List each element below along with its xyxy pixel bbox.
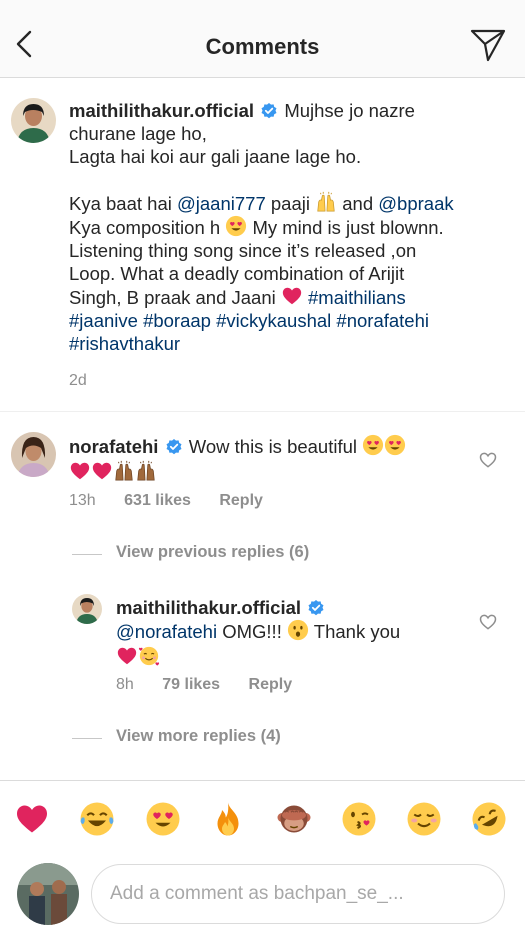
joy-icon[interactable]	[79, 801, 115, 837]
red-heart-icon	[69, 460, 91, 482]
comment-text: OMG!!!	[217, 621, 287, 642]
hashtag-link[interactable]: #rishavthakur	[69, 333, 180, 354]
caption-text: My mind is just blownn.	[247, 217, 444, 238]
heart-icon[interactable]	[14, 801, 50, 837]
username[interactable]: maithilithakur.official	[69, 100, 254, 121]
direct-send-icon[interactable]	[469, 26, 507, 64]
reply-item: maithilithakur.official @norafatehi OMG!…	[116, 596, 485, 669]
smiling-face-with-hearts-icon	[138, 645, 160, 667]
username[interactable]: norafatehi	[69, 436, 158, 457]
caption-text: Lagta hai koi aur gali jaane lage ho.	[69, 146, 362, 167]
view-more-replies[interactable]: View more replies (4)	[72, 727, 281, 746]
comment-time: 8h	[116, 676, 134, 693]
caption-text: Listening thing song since it’s released…	[69, 240, 417, 261]
hashtag-link[interactable]: #vickykaushal	[216, 310, 331, 331]
reply-button[interactable]: Reply	[219, 492, 263, 509]
likes-count[interactable]: 631 likes	[124, 492, 191, 509]
header-bar: Comments	[0, 0, 525, 78]
red-heart-icon	[116, 645, 138, 667]
raising-hands-icon	[315, 191, 337, 213]
fire-icon[interactable]	[210, 801, 246, 837]
comment-time: 13h	[69, 492, 96, 509]
face-blowing-kiss-icon[interactable]	[341, 801, 377, 837]
caption-text: Loop. What a deadly combination of Ariji…	[69, 263, 405, 284]
raising-hands-icon	[135, 460, 157, 482]
comment-input[interactable]	[92, 865, 504, 923]
verified-badge-icon	[308, 600, 324, 616]
emoji-quick-bar	[0, 780, 525, 860]
post-timestamp: 2d	[69, 372, 87, 389]
rolling-laughing-icon[interactable]	[471, 801, 507, 837]
caption-text: Mujhse jo nazre	[284, 100, 415, 121]
hashtag-link[interactable]: #jaanive	[69, 310, 138, 331]
caption-text: Singh, B praak and Jaani	[69, 287, 281, 308]
view-previous-replies[interactable]: View previous replies (6)	[71, 543, 309, 562]
raising-hands-icon	[113, 460, 135, 482]
comment-text: Thank you	[308, 621, 401, 642]
caption-text: paaji	[265, 193, 316, 214]
avatar[interactable]	[11, 432, 56, 477]
avatar[interactable]	[11, 98, 56, 143]
hashtag-link[interactable]: #boraap	[143, 310, 211, 331]
like-heart-icon[interactable]	[478, 450, 498, 470]
see-no-evil-monkey-icon[interactable]	[276, 801, 312, 837]
mention-link[interactable]: @bpraak	[378, 193, 453, 214]
username[interactable]: maithilithakur.official	[116, 597, 301, 618]
red-heart-icon	[91, 460, 113, 482]
hashtag-link[interactable]: #norafatehi	[336, 310, 429, 331]
comment-input-wrapper[interactable]	[91, 864, 505, 924]
red-heart-icon	[281, 285, 303, 307]
like-heart-icon[interactable]	[478, 612, 498, 632]
comment-item: norafatehi Wow this is beautiful	[69, 434, 485, 484]
smiling-face-icon[interactable]	[406, 801, 442, 837]
heart-eyes-icon	[384, 434, 406, 456]
comment-meta: 8h 79 likes Reply	[116, 676, 316, 694]
divider	[0, 411, 525, 412]
mention-link[interactable]: @jaani777	[177, 193, 266, 214]
avatar[interactable]	[72, 594, 102, 624]
comment-meta: 13h 631 likes Reply	[69, 492, 287, 510]
heart-eyes-icon	[362, 434, 384, 456]
caption-text: churane lage ho,	[69, 123, 207, 144]
caption-text: Kya baat hai	[69, 193, 177, 214]
caption-text: and	[337, 193, 379, 214]
caption-text: Kya composition h	[69, 217, 226, 238]
avatar[interactable]	[17, 863, 79, 925]
post-caption: maithilithakur.official Mujhse jo nazre …	[69, 99, 485, 355]
hashtag-link[interactable]: #maithilians	[308, 287, 406, 308]
likes-count[interactable]: 79 likes	[162, 676, 220, 693]
comment-text: Wow this is beautiful	[188, 436, 358, 457]
verified-badge-icon	[166, 439, 182, 455]
verified-badge-icon	[261, 103, 277, 119]
mention-link[interactable]: @norafatehi	[116, 621, 217, 642]
surprised-face-icon	[287, 619, 309, 641]
heart-eyes-icon[interactable]	[145, 801, 181, 837]
reply-button[interactable]: Reply	[249, 676, 293, 693]
heart-eyes-icon	[225, 215, 247, 237]
page-title: Comments	[205, 34, 320, 59]
